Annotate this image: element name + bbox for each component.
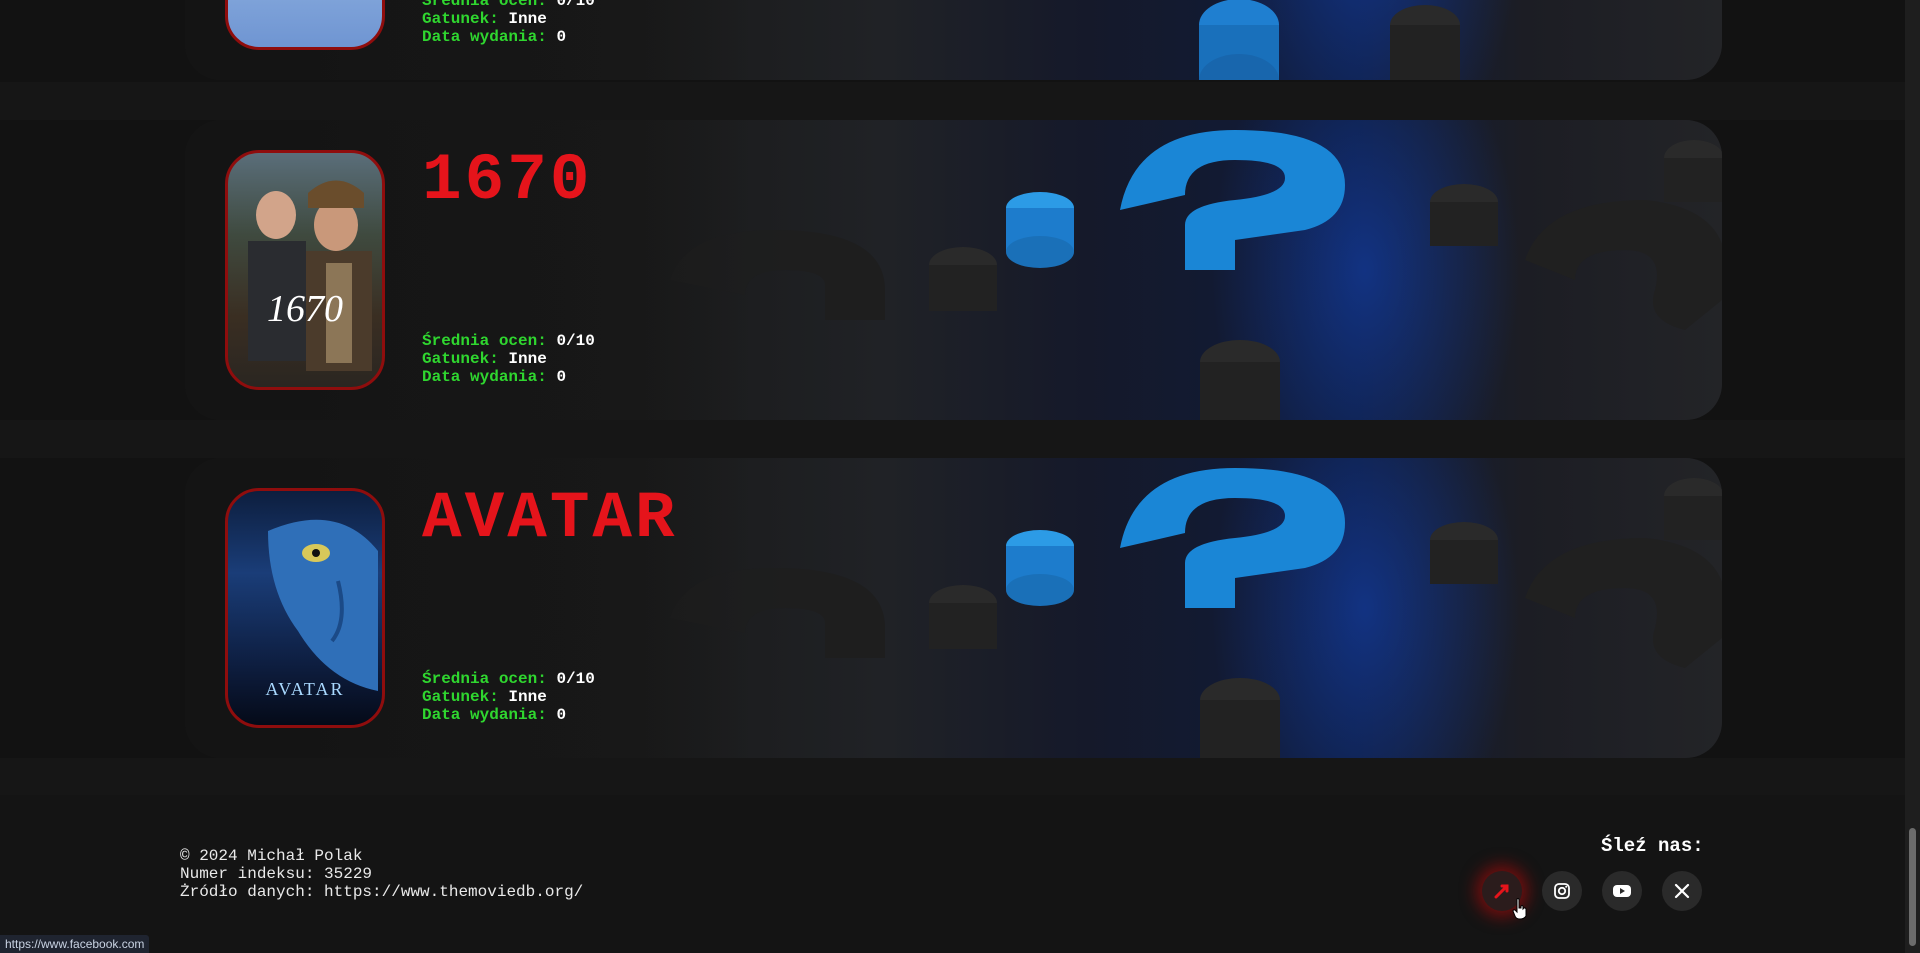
card-separator [0,420,1905,458]
x-icon [1674,883,1690,899]
rating-value: 0/10 [556,670,595,688]
genre-value: Inne [508,10,547,28]
index-number: Numer indeksu: 35229 [180,865,373,883]
x-link[interactable] [1662,871,1702,911]
rating-value: 0/10 [556,332,595,350]
rating-label: Średnia ocen: [422,0,547,10]
movie-title[interactable]: 1670 [422,148,592,214]
page-scrollbar[interactable] [1905,0,1920,953]
movie-card[interactable]: 1670 1670 Średnia ocen: 0/10 Gatunek: In… [185,120,1722,420]
movie-meta: Średnia ocen: 0/10 Gatunek: Inne Data wy… [422,0,595,46]
footer: © 2024 Michał Polak Numer indeksu: 35229… [0,795,1905,953]
genre-value: Inne [508,688,547,706]
movie-card[interactable]: Średnia ocen: 0/10 Gatunek: Inne Data wy… [185,0,1722,80]
movie-poster[interactable] [225,0,385,50]
follow-us-label: Śleź nas: [1601,835,1704,857]
youtube-icon [1613,885,1631,897]
hand-cursor-icon [1512,898,1527,920]
date-label: Data wydania: [422,368,547,386]
scrollbar-thumb[interactable] [1909,828,1916,946]
genre-label: Gatunek: [422,350,499,368]
movie-poster[interactable]: 1670 [225,150,385,390]
movie-meta: Średnia ocen: 0/10 Gatunek: Inne Data wy… [422,670,595,724]
status-bar-url: https://www.facebook.com [0,935,150,953]
copyright: © 2024 Michał Polak [180,847,363,865]
instagram-link[interactable] [1542,871,1582,911]
card-separator [0,758,1905,796]
genre-label: Gatunek: [422,688,499,706]
poster-title-text: 1670 [267,288,343,330]
date-label: Data wydania: [422,28,547,46]
youtube-link[interactable] [1602,871,1642,911]
instagram-icon [1554,883,1570,899]
genre-label: Gatunek: [422,10,499,28]
rating-label: Średnia ocen: [422,670,547,688]
date-label: Data wydania: [422,706,547,724]
data-source: Żródło danych: https://www.themoviedb.or… [180,883,584,901]
genre-value: Inne [508,350,547,368]
card-separator [0,82,1905,120]
date-value: 0 [556,368,567,386]
movie-poster[interactable]: AVATAR [225,488,385,728]
footer-info: © 2024 Michał Polak Numer indeksu: 35229… [180,847,583,901]
movie-meta: Średnia ocen: 0/10 Gatunek: Inne Data wy… [422,332,595,386]
facebook-icon [1494,884,1509,899]
rating-value: 0/10 [556,0,595,10]
movie-card[interactable]: AVATAR AVATAR Średnia ocen: 0/10 Gatunek… [185,458,1722,758]
date-value: 0 [556,28,567,46]
poster-title-text: AVATAR [266,679,345,699]
date-value: 0 [556,706,567,724]
rating-label: Średnia ocen: [422,332,547,350]
movie-title[interactable]: AVATAR [422,486,678,552]
